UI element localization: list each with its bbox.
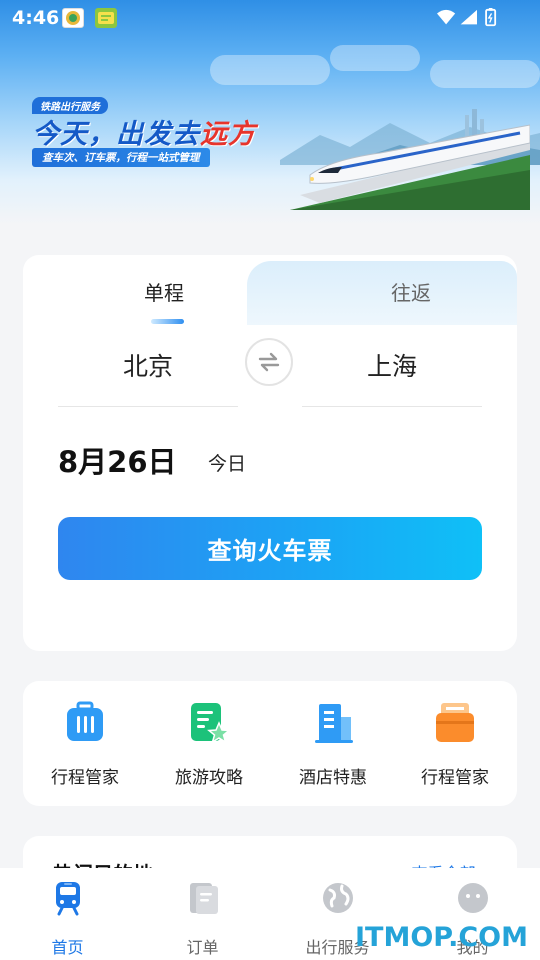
- hero-headline-main: 今天，出发去: [32, 119, 200, 150]
- hero-headline: 今天，出发去远方: [32, 112, 256, 151]
- nav-home[interactable]: 首页: [0, 880, 135, 958]
- tab-round-trip[interactable]: 往返: [305, 277, 517, 306]
- order-icon: [189, 883, 218, 914]
- cloud-decoration: [330, 45, 420, 71]
- watermark-text: ITMOP.COM: [354, 922, 528, 953]
- wifi-icon: [437, 9, 456, 25]
- service-itinerary-manager[interactable]: 行程管家: [23, 701, 147, 788]
- service-label: 行程管家: [421, 768, 489, 788]
- trip-type-tabs: 单程 往返: [23, 255, 517, 325]
- train-icon: [55, 882, 80, 916]
- globe-icon: [322, 883, 353, 913]
- cloud-decoration: [430, 60, 540, 88]
- service-travel-guide[interactable]: 旅游攻略: [147, 701, 271, 788]
- hero-headline-accent: 远方: [200, 119, 256, 150]
- arrival-city[interactable]: 上海: [302, 347, 482, 383]
- service-label: 酒店特惠: [299, 768, 367, 788]
- quick-services: 行程管家 旅游攻略 酒店特惠 行程管家: [23, 681, 517, 806]
- profile-icon: [457, 883, 488, 913]
- hero-subtitle: 查车次、订车票，行程一站式管理: [32, 148, 210, 167]
- departure-city[interactable]: 北京: [58, 347, 238, 383]
- divider: [58, 406, 238, 407]
- swap-icon: [258, 352, 280, 372]
- nav-orders[interactable]: 订单: [135, 880, 270, 958]
- app-notification-icon: [62, 8, 84, 28]
- briefcase-icon: [436, 703, 474, 742]
- day-label: 今日: [208, 453, 247, 475]
- service-hotel-deals[interactable]: 酒店特惠: [271, 701, 395, 788]
- status-icons: [437, 8, 497, 27]
- luggage-icon: [67, 701, 103, 741]
- cloud-decoration: [210, 55, 330, 85]
- status-time: 4:46: [12, 7, 60, 29]
- divider: [302, 406, 482, 407]
- signal-icon: [460, 9, 477, 25]
- swap-cities-button[interactable]: [245, 338, 293, 386]
- departure-date[interactable]: 8月26日: [58, 439, 177, 481]
- train-image: [290, 124, 530, 210]
- status-bar: 4:46: [0, 0, 540, 36]
- service-label: 旅游攻略: [175, 768, 243, 788]
- nav-label: 首页: [51, 938, 84, 957]
- nav-label: 订单: [186, 938, 219, 957]
- ticket-search-card: 单程 往返 北京 上海 8月26日 今日 查询火车票: [23, 255, 517, 651]
- hotel-icon: [315, 704, 353, 743]
- active-tab-indicator: [151, 319, 184, 324]
- service-itinerary-manager-2[interactable]: 行程管家: [393, 701, 517, 788]
- tab-one-way[interactable]: 单程: [23, 277, 305, 306]
- app-notification-icon: [95, 8, 117, 28]
- search-tickets-button[interactable]: 查询火车票: [58, 517, 482, 580]
- service-label: 行程管家: [51, 768, 119, 788]
- guide-icon: [191, 703, 231, 744]
